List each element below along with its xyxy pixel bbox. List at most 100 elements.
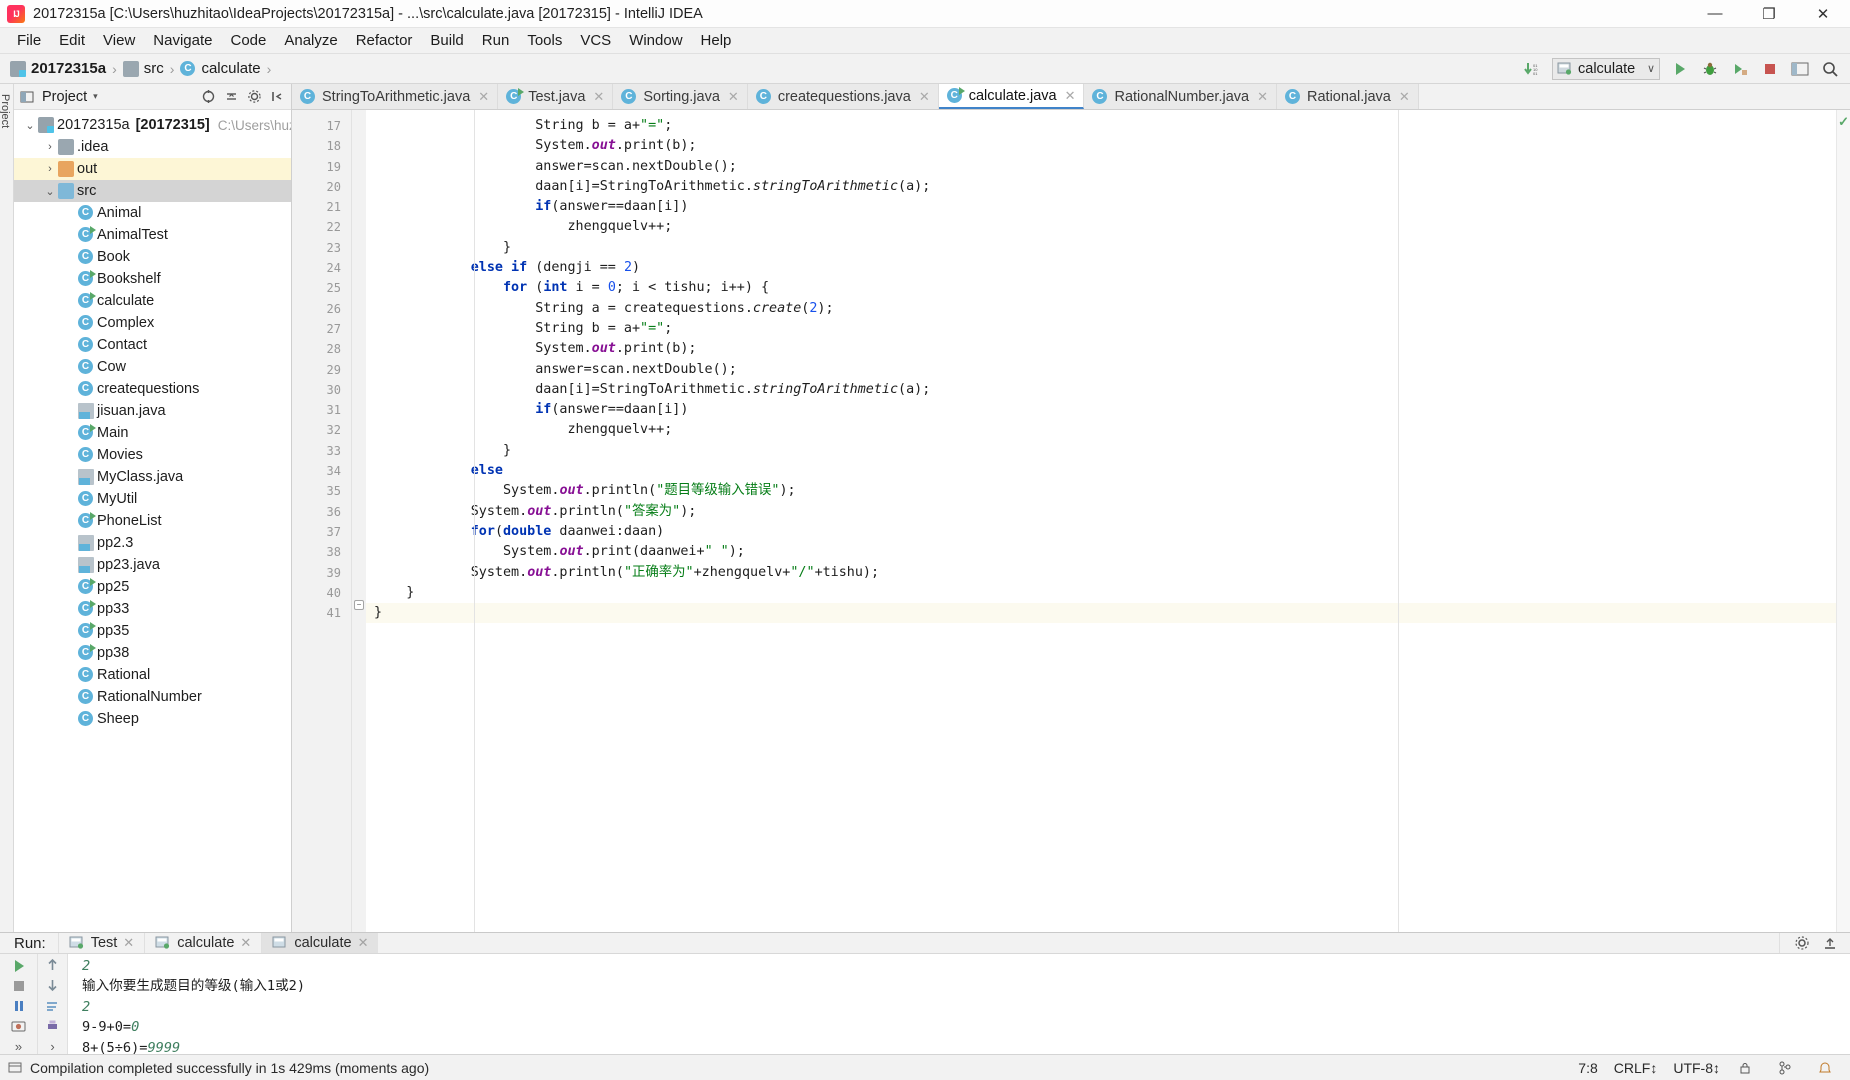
project-tree[interactable]: ⌄ 20172315a [20172315] C:\Users\huzhit › .ide… [14,110,291,932]
line-number[interactable]: 40 [292,583,351,603]
tree-item-jisuan-java[interactable]: jisuan.java [14,400,291,422]
code-line[interactable]: String a = createquestions.create(2); [366,299,1850,319]
code-line[interactable]: } [366,583,1850,603]
debug-bug-icon[interactable] [1700,59,1720,79]
code-line[interactable]: System.out.print(b); [366,136,1850,156]
tree-item-book[interactable]: C Book [14,246,291,268]
close-icon[interactable]: ✕ [1257,89,1268,105]
editor-tab-sorting-java[interactable]: C Sorting.java ✕ [613,84,748,109]
run-configuration-selector[interactable]: calculate ∨ [1552,57,1660,80]
tree-item-out[interactable]: › out [14,158,291,180]
line-number[interactable]: 22 [292,217,351,237]
tree-item-createquestions[interactable]: Ccreatequestions [14,378,291,400]
print-icon[interactable] [42,1019,64,1033]
tree-item-animaltest[interactable]: C AnimalTest [14,224,291,246]
close-icon[interactable]: ✕ [123,935,134,951]
menu-item-help[interactable]: Help [692,29,741,52]
left-strip-project-label[interactable]: Project [0,94,11,128]
tree-item-pp35[interactable]: Cpp35 [14,620,291,642]
tree-item-src[interactable]: ⌄ src [14,180,291,202]
breadcrumb-item-20172315a[interactable]: 20172315a [10,60,106,77]
code-line[interactable]: if(answer==daan[i]) [366,400,1850,420]
editor-tab-stringtoarithmetic-java[interactable]: C StringToArithmetic.java ✕ [292,84,499,109]
code-line[interactable]: } [366,238,1850,258]
editor-code-content[interactable]: String b = a+"="; System.out.print(b); a… [366,110,1850,932]
stop-square-icon[interactable] [1760,59,1780,79]
chevron-toggle-icon[interactable]: › [42,163,58,175]
code-line[interactable]: if(answer==daan[i]) [366,197,1850,217]
line-number[interactable]: 39 [292,563,351,583]
minimize-button[interactable]: — [1688,0,1742,28]
soft-wrap-icon[interactable] [42,999,64,1013]
menu-item-analyze[interactable]: Analyze [275,29,346,52]
line-number[interactable]: 32 [292,420,351,440]
code-line[interactable]: for (int i = 0; i < tishu; i++) { [366,278,1850,298]
more-icon[interactable]: › [42,1039,64,1054]
line-number[interactable]: 30 [292,380,351,400]
encoding-indicator[interactable]: UTF-8↕ [1673,1060,1720,1076]
notification-icon[interactable] [1816,1059,1834,1077]
chevron-toggle-icon[interactable]: ⌄ [22,119,38,132]
close-icon[interactable]: ✕ [919,89,930,105]
tree-item-cow[interactable]: C Cow [14,356,291,378]
line-number[interactable]: 37 [292,522,351,542]
line-number[interactable]: 27 [292,319,351,339]
collapse-all-icon[interactable] [221,87,241,107]
editor-tab-createquestions-java[interactable]: Ccreatequestions.java ✕ [747,84,939,109]
line-number[interactable]: 19 [292,157,351,177]
line-number[interactable]: 23 [292,238,351,258]
line-number[interactable]: 36 [292,502,351,522]
close-icon[interactable]: ✕ [593,89,604,105]
menu-item-refactor[interactable]: Refactor [347,29,422,52]
line-number[interactable]: 25 [292,278,351,298]
line-number[interactable]: 29 [292,360,351,380]
code-line[interactable]: String b = a+"="; [366,116,1850,136]
code-line[interactable]: System.out.println("答案为"); [366,502,1850,522]
hide-panel-icon[interactable] [267,87,287,107]
tree-item-complex[interactable]: C Complex [14,312,291,334]
tree-item-sheep[interactable]: C Sheep [14,708,291,730]
breadcrumb-item-src[interactable]: src [122,60,164,77]
rerun-play-icon[interactable] [8,958,30,974]
gear-icon[interactable] [1792,933,1812,953]
close-icon[interactable]: ✕ [240,935,251,951]
line-number[interactable]: 31 [292,400,351,420]
line-number[interactable]: 17 [292,116,351,136]
line-number[interactable]: 28 [292,339,351,359]
tree-item-pp38[interactable]: Cpp38 [14,642,291,664]
line-number[interactable]: 33 [292,441,351,461]
tree-item-pp33[interactable]: Cpp33 [14,598,291,620]
code-line[interactable]: System.out.println("题目等级输入错误"); [366,481,1850,501]
tree-item-movies[interactable]: C Movies [14,444,291,466]
tree-item-phonelist[interactable]: C PhoneList [14,510,291,532]
editor-tab-rational-java[interactable]: C Rational.java ✕ [1277,84,1419,109]
code-line[interactable]: answer=scan.nextDouble(); [366,360,1850,380]
tree-item-contact[interactable]: C Contact [14,334,291,356]
close-icon[interactable]: ✕ [728,89,739,105]
code-line[interactable]: answer=scan.nextDouble(); [366,157,1850,177]
code-line[interactable]: for(double daanwei:daan) [366,522,1850,542]
tree-item-myutil[interactable]: C MyUtil [14,488,291,510]
menu-item-code[interactable]: Code [221,29,275,52]
close-button[interactable]: ✕ [1796,0,1850,28]
scroll-down-icon[interactable] [42,978,64,992]
search-icon[interactable] [1820,59,1840,79]
tree-item-bookshelf[interactable]: C Bookshelf [14,268,291,290]
code-line[interactable]: System.out.print(daanwei+" "); [366,542,1850,562]
line-number[interactable]: 20 [292,177,351,197]
menu-item-tools[interactable]: Tools [518,29,571,52]
tree-item--idea[interactable]: › .idea [14,136,291,158]
code-line[interactable]: zhengquelv++; [366,217,1850,237]
menu-item-run[interactable]: Run [473,29,519,52]
line-number[interactable]: 34 [292,461,351,481]
maximize-button[interactable]: ❐ [1742,0,1796,28]
code-line[interactable]: daan[i]=StringToArithmetic.stringToArith… [366,380,1850,400]
console-output[interactable]: 2输入你要生成题目的等级(输入1或2)29-9+0=08+(5÷6)=9999答… [68,954,1850,1054]
menu-item-edit[interactable]: Edit [50,29,94,52]
code-line[interactable]: daan[i]=StringToArithmetic.stringToArith… [366,177,1850,197]
pause-icon[interactable] [8,998,30,1014]
run-tab-calculate-2[interactable]: calculate ✕ [261,933,379,953]
close-icon[interactable]: ✕ [478,89,489,105]
run-play-icon[interactable] [1670,59,1690,79]
code-line[interactable]: } [366,441,1850,461]
